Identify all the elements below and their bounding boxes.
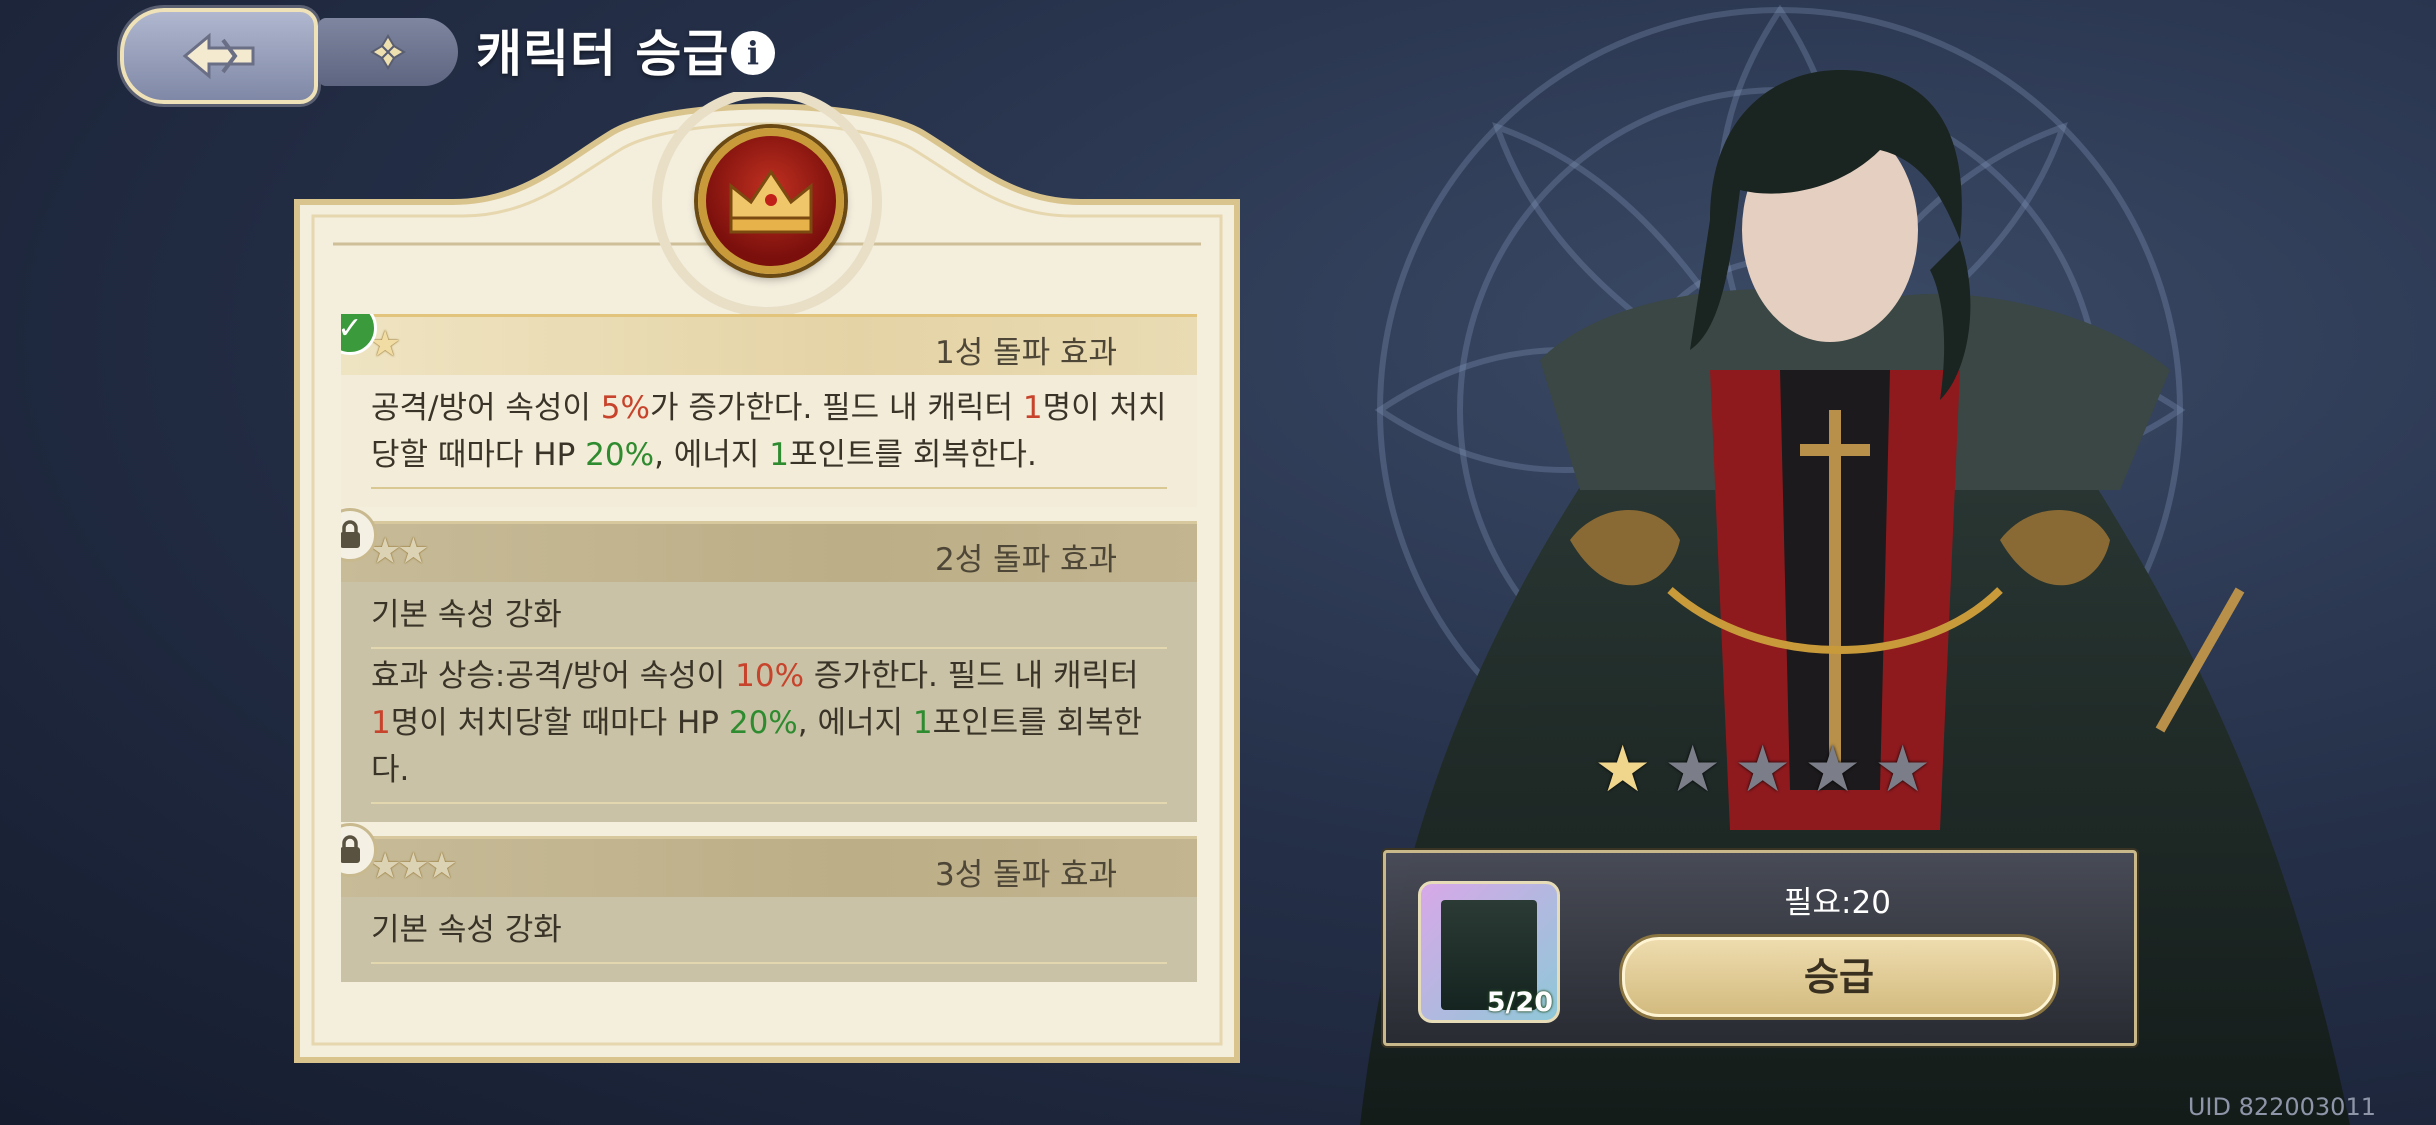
effects-list[interactable]: ★ 1성 돌파 효과 ✓ 공격/방어 속성이 5%가 증가한다. 필드 내 캐릭터 1… xyxy=(341,314,1197,1036)
effect-stars: ★ ★ xyxy=(369,531,430,572)
effect-body: 기본 속성 강화 xyxy=(341,897,1197,982)
text-run: 효과 상승:공격/방어 속성이 xyxy=(371,658,736,694)
effect-stars: ★ ★ ★ xyxy=(369,849,458,885)
effect-body: 공격/방어 속성이 5%가 증가한다. 필드 내 캐릭터 1명이 처치당할 때마… xyxy=(341,375,1197,507)
divider xyxy=(371,647,1167,649)
effect-description: 기본 속성 강화 xyxy=(371,592,1167,639)
star-icon: ★ xyxy=(397,531,430,572)
breakthrough-effects-card: ★ 1성 돌파 효과 ✓ 공격/방어 속성이 5%가 증가한다. 필드 내 캐릭터 1… xyxy=(293,92,1241,1064)
text-run: 포인트를 회복한다. xyxy=(788,437,1037,473)
rating-star-icon: ★ xyxy=(1734,733,1792,807)
text-run: , 에너지 xyxy=(654,437,770,473)
text-run: 증가한다. 필드 내 캐릭터 xyxy=(804,658,1139,694)
text-run: 20% xyxy=(728,705,798,741)
text-run: 20% xyxy=(585,437,655,473)
promotion-panel: 5/20 필요:20 승급 xyxy=(1383,850,2137,1046)
promotion-material-slot[interactable]: 5/20 xyxy=(1418,881,1560,1023)
effect-description: 효과 상승:공격/방어 속성이 10% 증가한다. 필드 내 캐릭터 1명이 처… xyxy=(371,653,1167,794)
material-count: 5/20 xyxy=(1486,987,1553,1018)
text-run: , 에너지 xyxy=(797,705,913,741)
text-run: 공격/방어 속성이 xyxy=(371,390,601,426)
divider xyxy=(371,962,1167,964)
character-star-rating: ★ ★ ★ ★ ★ xyxy=(1594,733,1932,807)
rating-star-icon: ★ xyxy=(1804,733,1862,807)
info-icon[interactable]: i xyxy=(731,31,775,75)
divider xyxy=(371,802,1167,804)
effect-description: 기본 속성 강화 xyxy=(371,907,1167,954)
rating-star-icon: ★ xyxy=(1664,733,1722,807)
text-run: 가 증가한다. 필드 내 캐릭터 xyxy=(649,390,1023,426)
page-title: 캐릭터 승급 xyxy=(476,25,730,83)
effect-item: ★ 1성 돌파 효과 ✓ 공격/방어 속성이 5%가 증가한다. 필드 내 캐릭터 1… xyxy=(341,314,1197,507)
effect-body: 기본 속성 강화효과 상승:공격/방어 속성이 10% 증가한다. 필드 내 캐… xyxy=(341,582,1197,822)
effect-title: 2성 돌파 효과 xyxy=(934,542,1117,578)
rating-star-icon: ★ xyxy=(1594,733,1652,807)
grid-menu-icon xyxy=(370,34,406,70)
divider xyxy=(371,487,1167,489)
text-run: 1 xyxy=(769,437,789,473)
text-run: 기본 속성 강화 xyxy=(371,912,562,948)
text-run: 명이 처치당할 때마다 HP xyxy=(390,705,729,741)
star-icon: ★ xyxy=(425,846,458,887)
effect-item: ★ ★ 2성 돌파 효과기본 속성 강화효과 상승:공격/방어 속성이 10% 증가… xyxy=(341,508,1197,822)
menu-button[interactable] xyxy=(318,18,458,86)
text-run: 1 xyxy=(371,705,391,741)
back-button[interactable] xyxy=(120,8,318,104)
effect-title: 3성 돌파 효과 xyxy=(934,857,1117,893)
text-run: 10% xyxy=(735,658,805,694)
promote-button[interactable]: 승급 xyxy=(1622,937,2056,1017)
effect-header: ★ ★ 2성 돌파 효과 xyxy=(341,508,1197,582)
crown-emblem-icon xyxy=(698,128,844,274)
text-run: 기본 속성 강화 xyxy=(371,597,562,633)
text-run: 1 xyxy=(912,705,933,741)
text-run: 5% xyxy=(600,390,650,426)
effect-header: ★ 1성 돌파 효과 ✓ xyxy=(341,314,1197,375)
required-amount: 필요:20 xyxy=(1784,885,1891,921)
text-run: 1 xyxy=(1022,390,1043,426)
rating-star-icon: ★ xyxy=(1874,733,1932,807)
user-id: UID 822003011 xyxy=(2187,1093,2376,1121)
effect-header: ★ ★ ★ 3성 돌파 효과 xyxy=(341,823,1197,897)
effect-item: ★ ★ ★ 3성 돌파 효과기본 속성 강화 xyxy=(341,823,1197,982)
effect-description: 공격/방어 속성이 5%가 증가한다. 필드 내 캐릭터 1명이 처치당할 때마… xyxy=(371,385,1167,479)
effect-title: 1성 돌파 효과 xyxy=(934,335,1117,371)
back-arrow-icon xyxy=(182,32,255,80)
